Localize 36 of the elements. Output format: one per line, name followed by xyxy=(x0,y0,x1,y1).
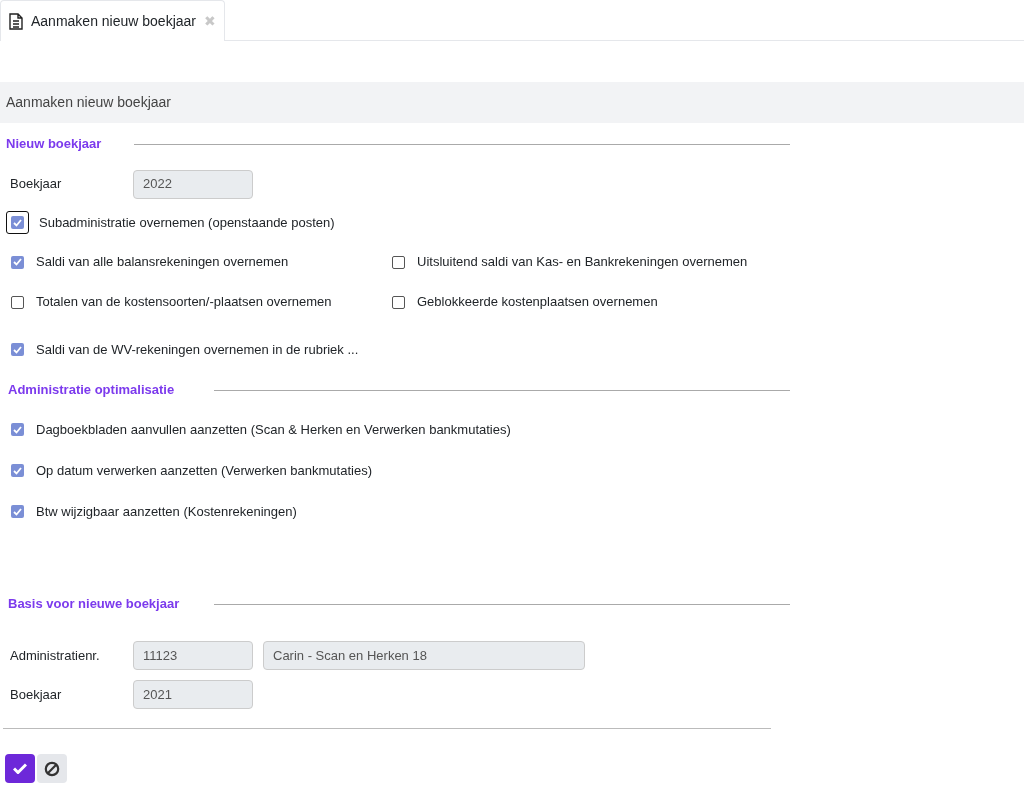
field-label: Boekjaar xyxy=(10,685,63,704)
field-label: Boekjaar xyxy=(10,175,63,194)
checkbox-label: Op datum verwerken aanzetten (Verwerken bankmutaties) xyxy=(36,461,372,480)
checkbox[interactable] xyxy=(11,505,24,518)
confirm-button[interactable] xyxy=(5,754,35,783)
section-heading: Basis voor nieuwe boekjaar xyxy=(7,595,181,614)
input-field[interactable]: 11123 xyxy=(133,641,253,670)
section-heading: Administratie optimalisatie xyxy=(7,381,176,400)
checkbox-label: Dagboekbladen aanvullen aanzetten (Scan & Herken en Verwerken bankmutaties) xyxy=(36,420,511,439)
checkbox-label: Geblokkeerde kostenplaatsen overnemen xyxy=(417,293,658,312)
tab[interactable]: Aanmaken nieuw boekjaar ✖ xyxy=(0,0,225,41)
checkbox[interactable] xyxy=(11,216,24,229)
input-field[interactable]: 2022 xyxy=(133,169,253,199)
checkbox-label: Btw wijzigbaar aanzetten (Kostenrekeningen) xyxy=(36,502,297,521)
checkbox[interactable] xyxy=(392,255,405,269)
input-field[interactable]: 2021 xyxy=(133,680,253,709)
section-heading: Nieuw boekjaar xyxy=(6,135,103,154)
checkbox-label: Subadministratie overnemen (openstaande posten) xyxy=(38,213,335,232)
checkbox[interactable] xyxy=(11,343,24,356)
checkbox-label: Saldi van alle balansrekeningen overnemen xyxy=(36,253,289,272)
checkbox[interactable] xyxy=(11,423,24,436)
checkbox[interactable] xyxy=(392,295,405,309)
cancel-button[interactable] xyxy=(37,754,67,783)
field-label: Administratienr. xyxy=(10,646,101,665)
prohibited-icon xyxy=(44,760,60,777)
check-icon xyxy=(13,763,27,774)
page-title: Aanmaken nieuw boekjaar xyxy=(6,93,171,112)
checkbox-label: Totalen van de kostensoorten/-plaatsen overnemen xyxy=(36,293,332,312)
checkbox-label: Saldi van de WV-rekeningen overnemen in de rubriek ... xyxy=(36,340,359,359)
checkbox[interactable] xyxy=(11,464,24,477)
checkbox[interactable] xyxy=(11,255,24,269)
document-icon xyxy=(9,12,23,30)
checkbox[interactable] xyxy=(11,295,24,309)
checkbox-label: Uitsluitend saldi van Kas- en Bankrekeningen overnemen xyxy=(417,253,748,272)
input-field[interactable]: Carin - Scan en Herken 18 xyxy=(263,641,585,670)
tab-label: Aanmaken nieuw boekjaar xyxy=(31,11,196,31)
